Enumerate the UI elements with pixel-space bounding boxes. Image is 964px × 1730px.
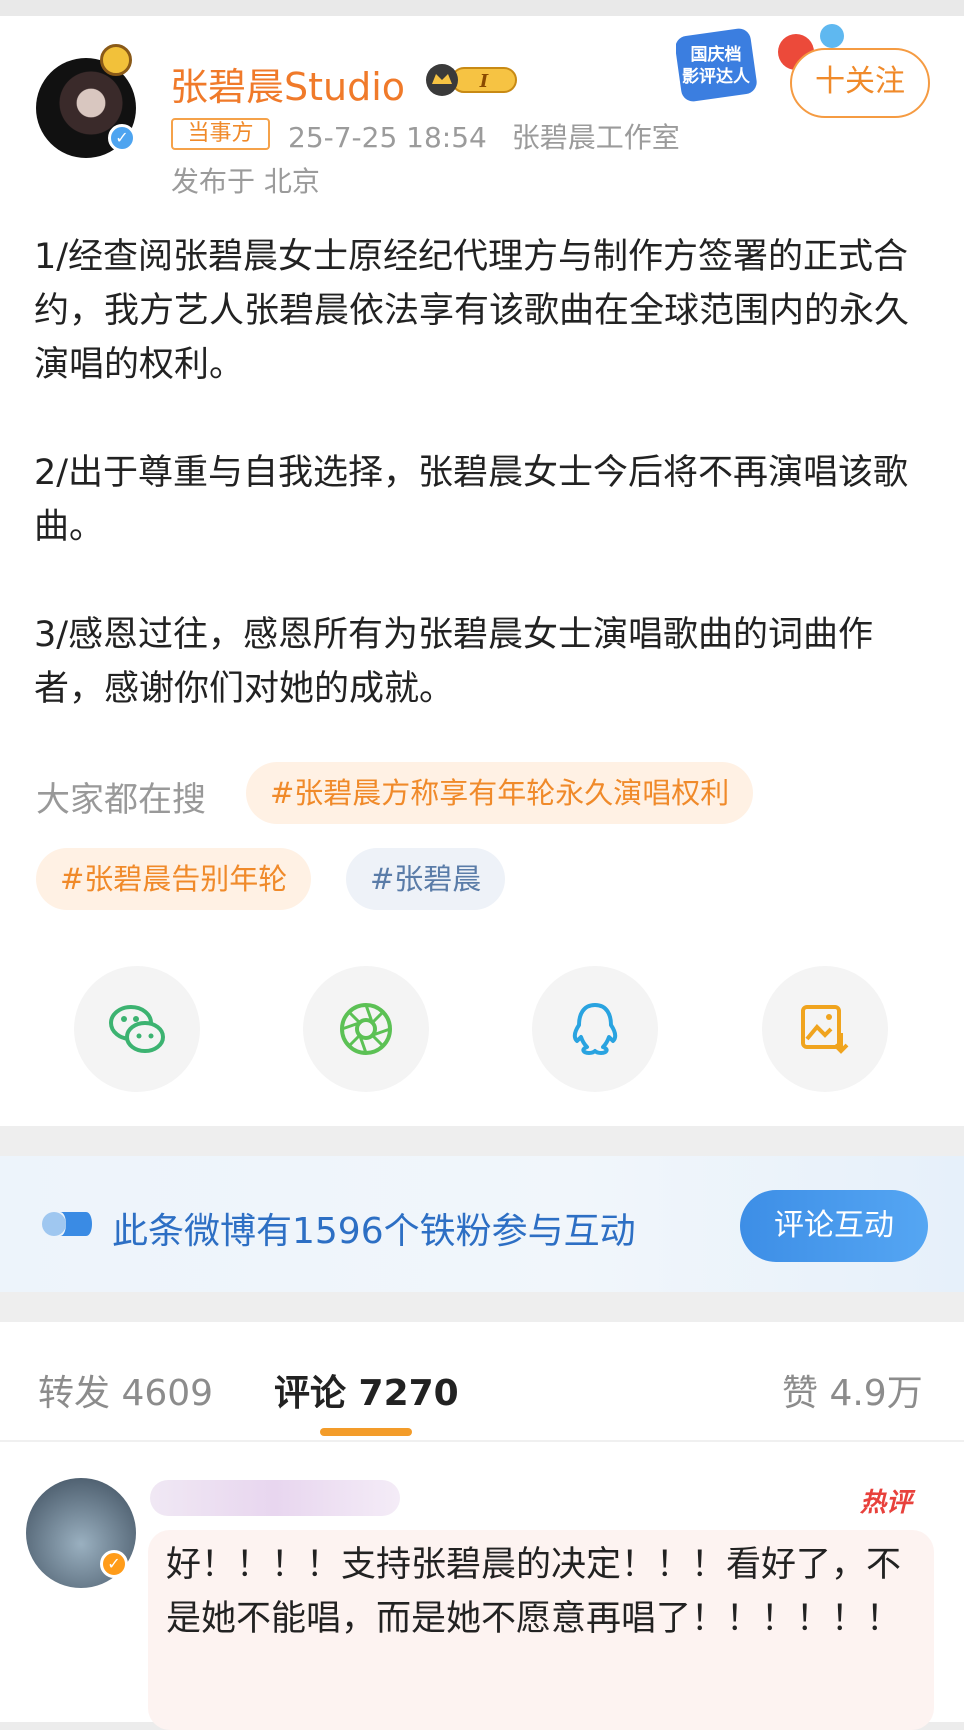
author-name[interactable]: 张碧晨Studio bbox=[170, 56, 405, 111]
moments-icon bbox=[340, 1003, 392, 1055]
post-source: 张碧晨工作室 bbox=[511, 121, 680, 154]
tab-comments[interactable]: 评论 7270 bbox=[274, 1364, 459, 1416]
post-content: 1/经查阅张碧晨女士原经纪代理方与制作方签署的正式合约，我方艺人张碧晨依法享有该… bbox=[34, 230, 934, 770]
trending-chip-3[interactable]: #张碧晨 bbox=[346, 848, 506, 910]
trending-chip-1[interactable]: #张碧晨方称享有年轮永久演唱权利 bbox=[246, 762, 754, 824]
rank-badge-icon[interactable]: I bbox=[422, 62, 522, 98]
party-tag: 当事方 bbox=[171, 118, 270, 150]
hot-comment-badge: 热评 bbox=[860, 1488, 913, 1518]
wechat-icon bbox=[109, 1005, 165, 1053]
rank-badge-label: I bbox=[479, 71, 489, 92]
post-time: 25-7-25 18:54 bbox=[288, 121, 487, 154]
share-qq-button[interactable] bbox=[532, 966, 658, 1092]
post-paragraph-3: 3/感恩过往，感恩所有为张碧晨女士演唱歌曲的词曲作者，感谢你们对她的成就。 bbox=[34, 615, 874, 709]
post-location: 发布于 北京 bbox=[171, 165, 320, 198]
qq-icon bbox=[572, 1003, 618, 1055]
share-moments-button[interactable] bbox=[303, 966, 429, 1092]
promo-line-1: 国庆档 bbox=[691, 44, 742, 65]
promo-line-2: 影评达人 bbox=[682, 66, 751, 87]
section-divider bbox=[0, 1126, 964, 1156]
comment-interaction-button[interactable]: 评论互动 bbox=[740, 1190, 928, 1262]
verified-icon: ✓ bbox=[108, 124, 136, 152]
follow-button[interactable]: 十关注 bbox=[790, 48, 930, 118]
trending-search-label: 大家都在搜 bbox=[36, 780, 206, 820]
tab-likes[interactable]: 赞 4.9万 bbox=[782, 1364, 923, 1416]
avatar-pendant-icon bbox=[100, 44, 132, 76]
fan-interaction-text: 此条微博有1596个铁粉参与互动 bbox=[112, 1211, 636, 1252]
post-meta: 25-7-25 18:54 张碧晨工作室 bbox=[288, 116, 680, 156]
share-save-image-button[interactable] bbox=[762, 966, 888, 1092]
post-paragraph-2: 2/出于尊重与自我选择，张碧晨女士今后将不再演唱该歌曲。 bbox=[34, 453, 909, 547]
section-divider-2 bbox=[0, 1292, 964, 1322]
commenter-verified-icon: ✓ bbox=[100, 1550, 128, 1578]
share-wechat-button[interactable] bbox=[74, 966, 200, 1092]
commenter-name-blurred[interactable] bbox=[150, 1480, 400, 1516]
save-image-icon bbox=[801, 1005, 849, 1054]
top-strip bbox=[0, 0, 964, 16]
active-tab-indicator bbox=[320, 1428, 412, 1436]
fan-play-icon bbox=[42, 1212, 92, 1236]
trending-chip-2[interactable]: #张碧晨告别年轮 bbox=[36, 848, 312, 910]
comment-text: 好！！！！支持张碧晨的决定！！！看好了，不是她不能唱，而是她不愿意再唱了！！！！… bbox=[166, 1545, 902, 1639]
post-paragraph-1: 1/经查阅张碧晨女士原经纪代理方与制作方签署的正式合约，我方艺人张碧晨依法享有该… bbox=[34, 237, 910, 385]
tab-repost[interactable]: 转发 4609 bbox=[38, 1364, 213, 1416]
